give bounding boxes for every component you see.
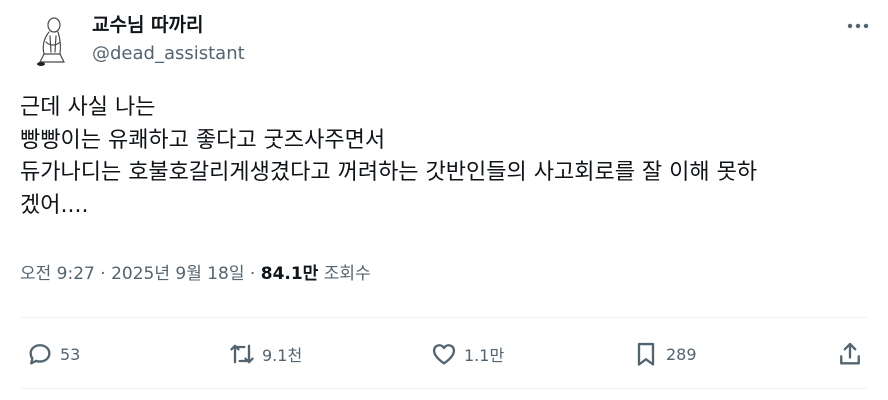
heart-icon [432,344,456,365]
timestamp[interactable]: 오전 9:27 · 2025년 9월 18일 [20,264,245,284]
retweet-count: 9.1천 [262,346,303,365]
tweet-meta: 오전 9:27 · 2025년 9월 18일 · 84.1만 조회수 [20,262,371,286]
retweet-icon [230,344,254,364]
more-options-button[interactable] [844,14,872,38]
author-names: 교수님 따까리 @dead_assistant [92,12,245,66]
avatar[interactable] [20,12,80,72]
views-label: 조회수 [323,264,371,284]
tweet-text-line: 빵빵이는 유쾌하고 좋다고 굿즈사주면서 [20,127,386,153]
user-handle[interactable]: @dead_assistant [92,42,245,66]
tweet-text-line: 근데 사실 나는 [20,95,156,120]
meta-separator: · [244,264,261,284]
tweet: 교수님 따까리 @dead_assistant 근데 사실 나는 빵빵이는 유쾌… [0,0,888,400]
reply-count: 53 [60,344,81,364]
action-bar: 53 9.1천 1.1만 289 [20,336,864,372]
like-count: 1.1만 [464,346,505,365]
display-name[interactable]: 교수님 따까리 [92,12,245,38]
tweet-text: 근데 사실 나는 빵빵이는 유쾌하고 좋다고 굿즈사주면서 듀가나디는 호불호갈… [20,92,870,222]
bookmark-count: 289 [666,344,697,364]
like-button[interactable]: 1.1만 [430,336,504,372]
avatar-sketch-icon [37,17,65,66]
tweet-header: 교수님 따까리 @dead_assistant [20,10,872,72]
share-button[interactable] [836,336,864,372]
divider [20,388,868,389]
retweet-button[interactable]: 9.1천 [228,336,302,372]
divider [20,317,868,318]
reply-icon [29,344,51,365]
bookmark-button[interactable]: 289 [632,336,697,372]
tweet-text-line: 겠어.... [20,192,89,218]
bookmark-icon [637,342,655,366]
more-horizontal-icon [847,23,869,29]
reply-button[interactable]: 53 [26,336,80,372]
tweet-text-line: 듀가나디는 호불호갈리게생겼다고 꺼려하는 갓반인들의 사고회로를 잘 이해 못… [20,160,758,185]
share-icon [840,342,860,365]
views-count: 84.1만 [260,264,319,284]
